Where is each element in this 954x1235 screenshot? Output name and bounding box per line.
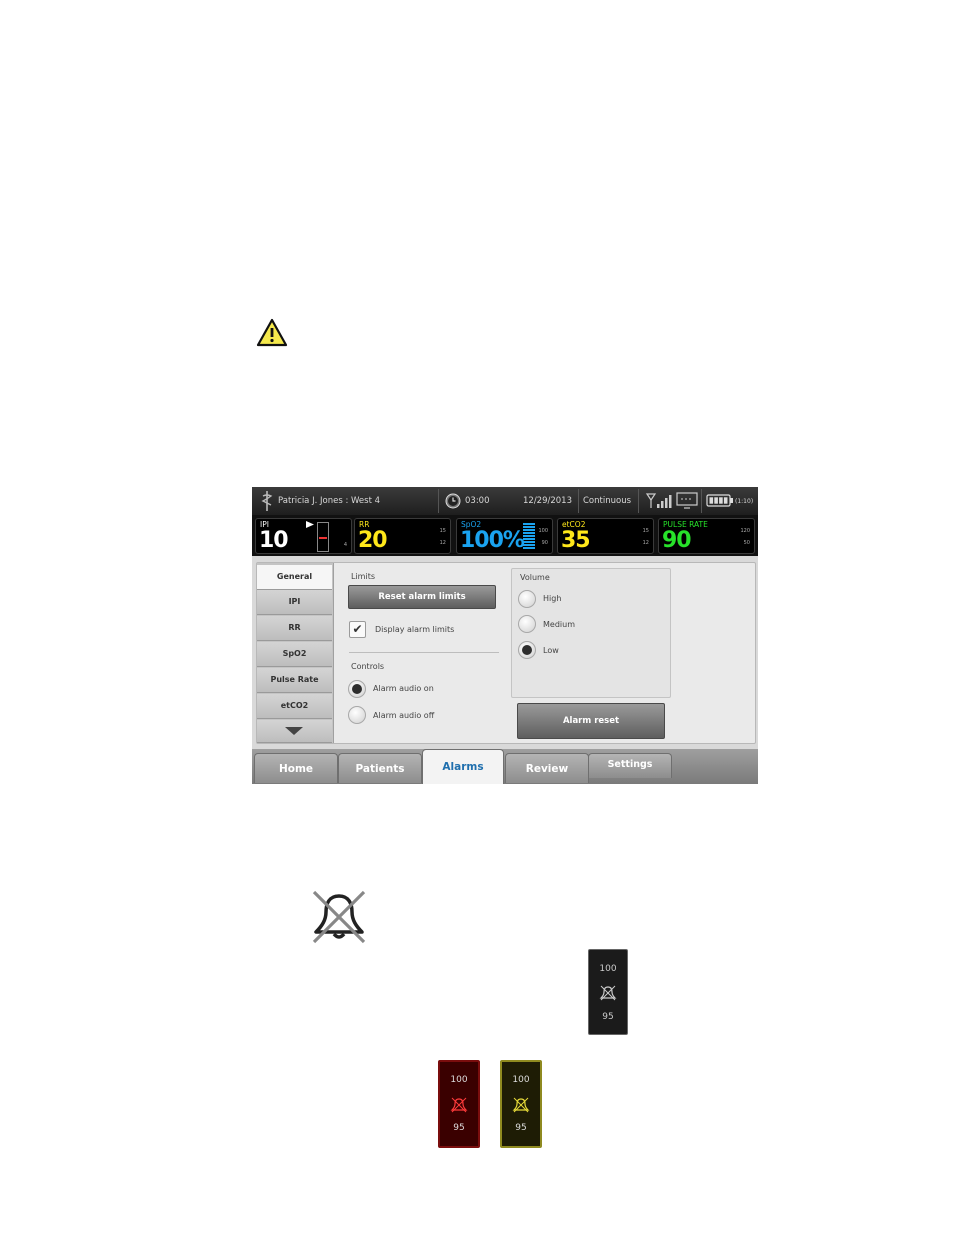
vital-limit-low: 90	[541, 540, 548, 546]
controls-heading: Controls	[351, 662, 385, 671]
battery-time: (1:10)	[735, 498, 754, 505]
patient-name[interactable]: Patricia J. Jones : West 4	[278, 496, 380, 506]
spo2-signal-bar	[523, 523, 535, 549]
medical-staff-icon	[261, 491, 273, 511]
vtab-rr[interactable]: RR	[257, 616, 332, 641]
vital-value: 90	[662, 528, 692, 553]
tile-upper-limit: 100	[512, 1075, 530, 1085]
vtab-scroll-down[interactable]	[257, 720, 332, 743]
tile-lower-limit: 95	[453, 1123, 465, 1133]
vital-value: 20	[358, 528, 388, 553]
network-icon	[676, 492, 698, 509]
alarm-audio-on-radio[interactable]	[348, 680, 366, 698]
date-display[interactable]: 12/29/2013	[523, 496, 572, 506]
bottom-nav: Home Patients Alarms Review Settings	[252, 749, 758, 784]
alarm-audio-off-label: Alarm audio off	[373, 711, 435, 720]
volume-low-radio[interactable]	[518, 641, 536, 659]
vital-tile-ipi[interactable]: IPI 10 4	[255, 518, 352, 554]
alarm-off-tile-yellow: 100 95	[500, 1060, 542, 1148]
vital-limit-high: 120	[740, 528, 750, 534]
tile-lower-limit: 95	[602, 1012, 614, 1022]
ipi-trend-bar	[317, 522, 329, 552]
vital-limit-high: 15	[642, 528, 649, 534]
vital-limit-low: 12	[642, 540, 649, 546]
antenna-icon	[645, 493, 672, 508]
vitals-bar: IPI 10 4 RR 20 15 12 SpO2 100% 100 90 et…	[252, 515, 758, 556]
alarm-off-bell-icon	[512, 1097, 530, 1113]
alarm-audio-on-label: Alarm audio on	[373, 684, 434, 693]
status-bar: Patricia J. Jones : West 4 03:00 12/29/2…	[252, 487, 758, 515]
nav-tab-patients[interactable]: Patients	[338, 753, 422, 783]
volume-medium-radio[interactable]	[518, 615, 536, 633]
reset-alarm-limits-button[interactable]: Reset alarm limits	[348, 585, 496, 609]
vtab-etco2[interactable]: etCO2	[257, 694, 332, 719]
monitoring-mode[interactable]: Continuous	[583, 496, 631, 506]
vtab-spo2[interactable]: SpO2	[257, 642, 332, 667]
device-screen: Patricia J. Jones : West 4 03:00 12/29/2…	[252, 487, 758, 784]
divider	[349, 652, 499, 653]
nav-tab-review[interactable]: Review	[505, 753, 589, 783]
vtab-ipi[interactable]: IPI	[257, 590, 332, 615]
alarm-reset-button[interactable]: Alarm reset	[517, 703, 665, 739]
battery-icon	[706, 494, 733, 507]
display-alarm-limits-label: Display alarm limits	[375, 625, 455, 634]
chevron-down-icon	[285, 727, 303, 735]
play-arrow-icon	[306, 521, 314, 528]
vital-value: 10	[259, 528, 289, 553]
limits-heading: Limits	[351, 572, 375, 581]
alarm-off-tile-red: 100 95	[438, 1060, 480, 1148]
volume-group: Volume High Medium Low	[511, 568, 671, 698]
nav-tab-home[interactable]: Home	[254, 753, 338, 783]
vtab-general[interactable]: General	[257, 565, 332, 590]
caution-icon	[256, 318, 288, 347]
vital-value: 100%	[460, 528, 525, 553]
vital-value: 35	[561, 528, 591, 553]
vital-limit-low: 12	[439, 540, 446, 546]
vital-limit-low: 50	[743, 540, 750, 546]
vital-tile-spo2[interactable]: SpO2 100% 100 90	[456, 518, 553, 554]
vtab-pulse-rate[interactable]: Pulse Rate	[257, 668, 332, 693]
checkmark-icon: ✔	[352, 622, 363, 636]
alarm-off-tile-gray: 100 95	[588, 949, 628, 1035]
alarm-off-bell-icon	[599, 985, 617, 1001]
volume-low-label: Low	[543, 646, 559, 655]
alarms-panel: General IPI RR SpO2 Pulse Rate etCO2 Lim…	[256, 562, 756, 744]
vital-limit-high: 100	[538, 528, 548, 534]
vital-tile-etco2[interactable]: etCO2 35 15 12	[557, 518, 654, 554]
tile-lower-limit: 95	[515, 1123, 527, 1133]
alarm-audio-off-radio[interactable]	[348, 706, 366, 724]
volume-high-radio[interactable]	[518, 590, 536, 608]
clock-icon[interactable]	[445, 493, 461, 509]
alarm-off-bell-icon	[450, 1097, 468, 1113]
display-alarm-limits-checkbox[interactable]: ✔	[349, 621, 366, 638]
interval-timer[interactable]: 03:00	[465, 496, 490, 506]
vital-limit-high: 15	[439, 528, 446, 534]
vertical-tab-list: General IPI RR SpO2 Pulse Rate etCO2	[257, 563, 334, 743]
vital-limit-low: 4	[343, 542, 347, 548]
volume-high-label: High	[543, 594, 562, 603]
nav-tab-settings[interactable]: Settings	[588, 753, 672, 778]
vital-tile-pulse-rate[interactable]: PULSE RATE 90 120 50	[658, 518, 755, 554]
volume-heading: Volume	[520, 573, 550, 582]
volume-medium-label: Medium	[543, 620, 575, 629]
alarm-off-bell-icon	[312, 890, 366, 944]
tile-upper-limit: 100	[450, 1075, 468, 1085]
tile-upper-limit: 100	[599, 964, 617, 974]
nav-tab-alarms[interactable]: Alarms	[422, 749, 504, 784]
vital-tile-rr[interactable]: RR 20 15 12	[354, 518, 451, 554]
